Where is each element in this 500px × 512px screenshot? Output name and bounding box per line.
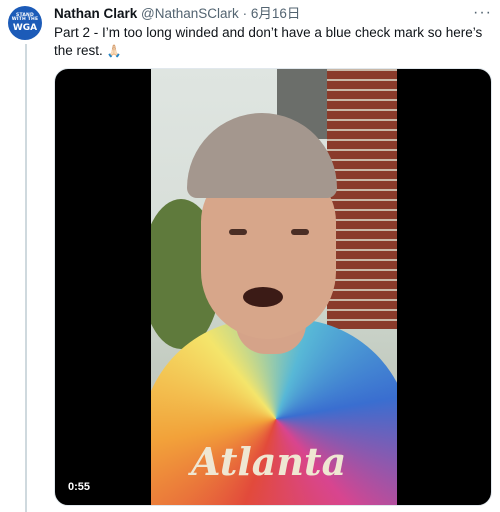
brick-wall [327, 69, 397, 329]
shirt-lettering: Atlanta [191, 439, 347, 484]
tweet-date[interactable]: 6月16日 [251, 6, 301, 21]
video-frame[interactable]: Atlanta [151, 69, 397, 505]
tweet-header: Nathan Clark @NathanSClark · 6月16日 [54, 6, 470, 22]
tweet[interactable]: STAND WITH THE WGA Nathan Clark @NathanS… [0, 0, 500, 512]
author-name[interactable]: Nathan Clark [54, 6, 137, 21]
separator-dot: · [242, 6, 248, 21]
video-player[interactable]: Atlanta 0:55 [54, 68, 492, 506]
tweet-text: Part 2 - I’m too long winded and don’t h… [54, 24, 494, 60]
left-eye [229, 229, 247, 235]
thread-line [25, 44, 27, 512]
folded-hands-emoji: 🙏🏻 [106, 44, 122, 58]
avatar-column: STAND WITH THE WGA [8, 6, 46, 40]
mouth [243, 287, 283, 307]
avatar-text-wga: WGA [12, 22, 38, 33]
author-handle[interactable]: @NathanSClark [141, 6, 239, 21]
avatar-text-with-the: WITH THE [11, 17, 39, 22]
video-duration: 0:55 [63, 479, 96, 495]
right-eye [291, 229, 309, 235]
more-options-icon[interactable]: ··· [473, 4, 492, 22]
avatar[interactable]: STAND WITH THE WGA [8, 6, 42, 40]
